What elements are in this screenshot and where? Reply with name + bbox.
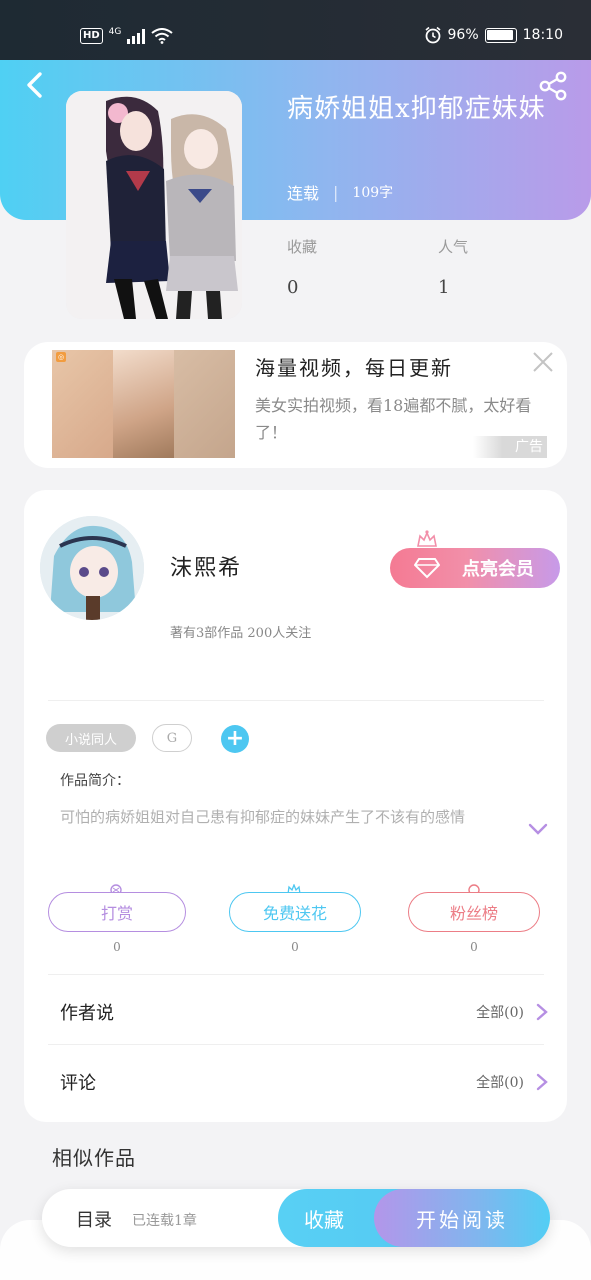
close-icon[interactable]	[531, 350, 555, 374]
author-says-all: 全部(0)	[476, 1005, 524, 1021]
similar-works-title: 相似作品	[52, 1146, 136, 1170]
battery-percent: 96%	[447, 27, 479, 43]
book-title: 病娇姐姐x抑郁症妹妹	[287, 94, 546, 124]
ad-title: 海量视频，每日更新	[255, 356, 453, 380]
avatar-illustration	[40, 516, 144, 620]
start-reading-button[interactable]: 开始阅读	[374, 1189, 550, 1247]
word-count: 109字	[352, 185, 394, 201]
bottom-action-bar: 目录 已连载1章 收藏 开始阅读	[42, 1189, 550, 1247]
favorites-stat: 收藏 0	[287, 236, 317, 298]
intro-label: 作品简介：	[60, 773, 130, 789]
send-flower-button[interactable]: 免费送花	[229, 892, 361, 932]
chapter-count: 已连载1章	[132, 1213, 197, 1229]
diamond-icon	[414, 558, 440, 579]
fan-ranking-button-label: 粉丝榜	[449, 904, 498, 923]
book-cover[interactable]	[66, 91, 242, 319]
alarm-icon	[425, 26, 441, 44]
cover-illustration	[66, 91, 242, 319]
clock: 18:10	[522, 27, 563, 43]
book-detail-card: 沫熙希 著有3部作品 200人关注 点亮会员 小说同人 G + 作品简介： 可怕…	[24, 490, 567, 1122]
popularity-value: 1	[438, 277, 450, 298]
popularity-label: 人气	[438, 238, 469, 256]
author-stats: 著有3部作品 200人关注	[170, 626, 312, 641]
hd-icon: HD	[80, 28, 103, 44]
author-avatar[interactable]	[40, 516, 144, 620]
comments-row[interactable]: 评论 全部(0)	[60, 1062, 548, 1102]
ad-tag: 广告	[473, 436, 547, 458]
vip-button[interactable]: 点亮会员	[390, 548, 560, 588]
author-says-title: 作者说	[60, 1003, 114, 1024]
flower-count: 0	[291, 940, 299, 954]
fan-ranking-count: 0	[470, 940, 478, 954]
vip-button-label: 点亮会员	[462, 559, 534, 580]
tag-pill[interactable]: 小说同人	[46, 724, 136, 752]
comments-title: 评论	[60, 1073, 96, 1094]
crown-icon	[417, 530, 437, 547]
wifi-icon	[151, 28, 173, 44]
reward-button[interactable]: 打赏	[48, 892, 186, 932]
ad-banner[interactable]: ◎ 海量视频，每日更新 美女实拍视频，看18遍都不腻，太好看了！ 广告	[24, 342, 567, 468]
status-left: HD 4G	[80, 27, 173, 45]
divider	[48, 700, 544, 701]
fan-ranking-button[interactable]: 粉丝榜	[408, 892, 540, 932]
status-bar: HD 4G 96% 18:10	[0, 0, 591, 60]
tag-pill[interactable]: G	[152, 724, 192, 752]
popularity-stat: 人气 1	[438, 236, 468, 298]
meta-divider: |	[333, 182, 339, 202]
battery-icon	[484, 27, 517, 43]
chevron-right-icon	[536, 1073, 548, 1091]
divider	[48, 974, 544, 975]
favorites-value: 0	[287, 277, 299, 298]
author-says-row[interactable]: 作者说 全部(0)	[60, 992, 548, 1032]
ad-thumbnails	[52, 350, 235, 458]
book-meta: 连载 | 109字	[287, 180, 393, 204]
favorites-label: 收藏	[287, 238, 318, 256]
ad-source-icon: ◎	[56, 352, 66, 362]
author-name[interactable]: 沫熙希	[170, 550, 242, 582]
network-type: 4G	[108, 27, 122, 37]
start-reading-label: 开始阅读	[416, 1207, 508, 1232]
chevron-down-icon[interactable]	[528, 822, 548, 836]
intro-text: 可怕的病娇姐姐对自己患有抑郁症的妹妹产生了不该有的感情	[60, 808, 466, 826]
chevron-right-icon	[536, 1003, 548, 1021]
back-arrow-icon[interactable]	[20, 70, 50, 100]
add-tag-button[interactable]: +	[221, 725, 249, 753]
serial-status: 连载	[287, 184, 320, 203]
reward-count: 0	[113, 940, 121, 954]
signal-icon	[127, 28, 146, 44]
send-flower-button-label: 免费送花	[262, 904, 327, 923]
divider	[48, 1044, 544, 1045]
status-right: 96% 18:10	[424, 26, 563, 44]
toc-button[interactable]: 目录	[76, 1206, 112, 1232]
reward-button-label: 打赏	[100, 904, 133, 923]
comments-all: 全部(0)	[476, 1075, 524, 1091]
favorite-button-label: 收藏	[304, 1207, 344, 1232]
